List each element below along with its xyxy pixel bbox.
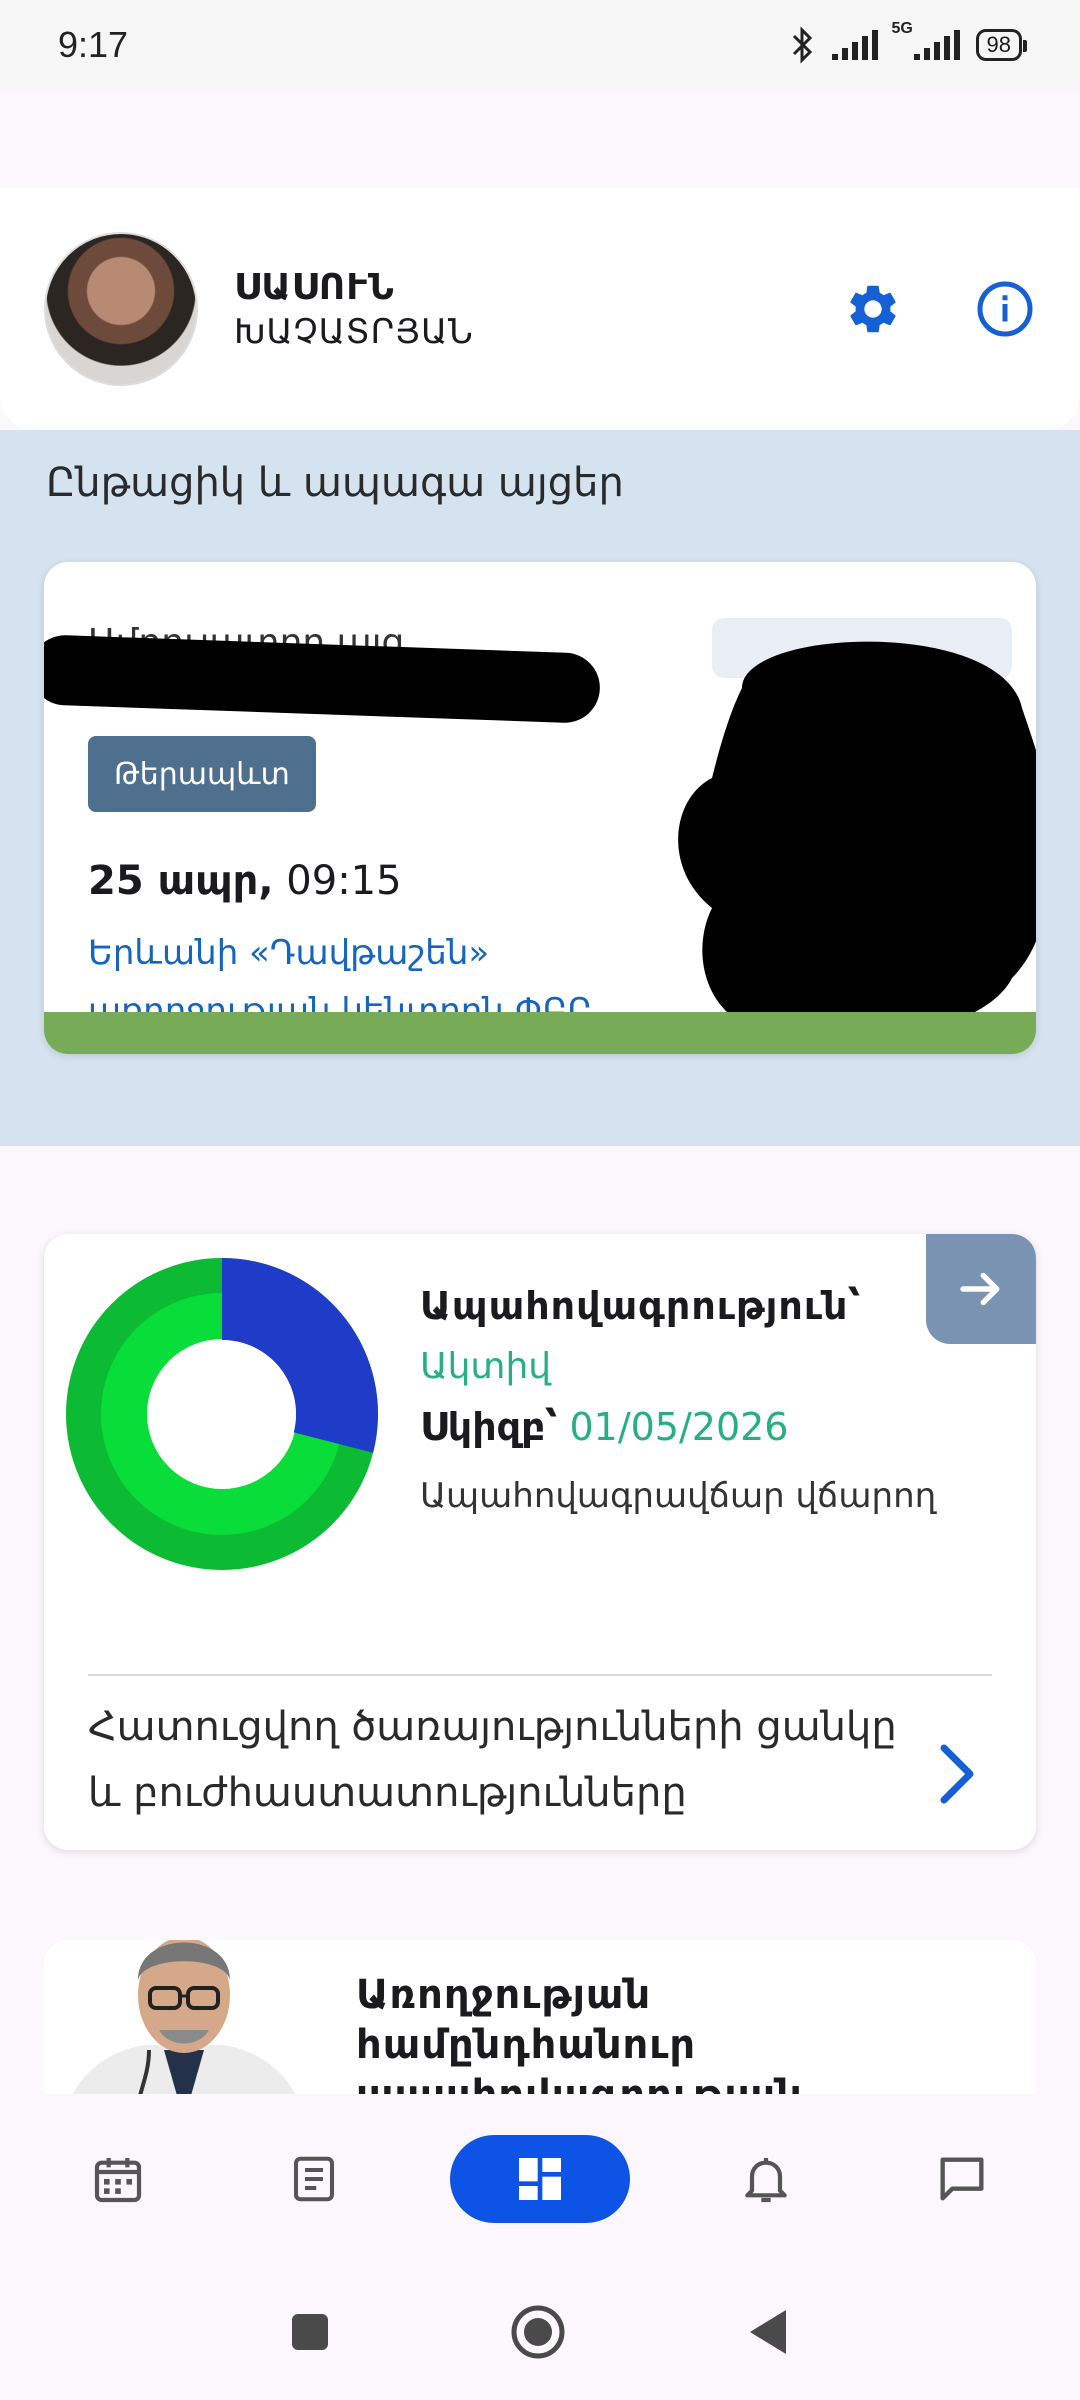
recents-button[interactable]: [290, 2312, 330, 2352]
chat-icon: [940, 2157, 984, 2201]
insurance-open-button[interactable]: [926, 1234, 1036, 1344]
profile-last-name: ԽԱՉԱՏՐՅԱՆ: [234, 311, 474, 352]
insurance-start: Սկիզբ՝ 01/05/2026: [420, 1405, 940, 1449]
profile-first-name: ՍԱՍՈՒՆ: [234, 266, 395, 308]
bluetooth-icon: [792, 26, 812, 64]
visits-section: Ընթացիկ և ապագա այցեր Ամբուլատոր այց Թեր…: [0, 430, 1080, 1146]
insurance-info: Ապահովագրություն՝ Ակտիվ Սկիզբ՝ 01/05/202…: [420, 1284, 940, 1529]
nav-documents[interactable]: [254, 2135, 374, 2223]
status-bar: 9:17 5G 98: [0, 0, 1080, 90]
donut-hole: [148, 1340, 296, 1488]
insurance-start-date: 01/05/2026: [569, 1405, 789, 1449]
insurance-services-link[interactable]: Հատուցվող ծառայությունների ցանկը և բուժհ…: [88, 1694, 908, 1826]
redaction-bar: [44, 634, 602, 724]
profile-header: ՍԱՍՈՒՆ ԽԱՉԱՏՐՅԱՆ: [0, 188, 1080, 430]
insurance-card[interactable]: Ապահովագրություն՝ Ակտիվ Սկիզբ՝ 01/05/202…: [44, 1234, 1036, 1850]
insurance-donut-chart: [66, 1258, 378, 1570]
system-nav: [0, 2264, 1080, 2400]
document-icon: [293, 2156, 335, 2202]
visit-status-bar: [44, 1012, 1036, 1054]
settings-button[interactable]: [842, 278, 904, 340]
status-time: 9:17: [58, 24, 129, 65]
header-actions: [842, 278, 1036, 340]
insurance-title: Ապահովագրություն՝: [420, 1284, 862, 1328]
info-icon: [977, 281, 1033, 337]
doctor-photo: [70, 1940, 298, 2100]
promo-title: Առողջության համընդհանուր ապահովագրության: [356, 1972, 803, 2100]
insurance-status: Ակտիվ: [420, 1346, 552, 1387]
bottom-nav: [0, 2094, 1080, 2264]
specialty-chip: Թերապևտ: [88, 736, 316, 812]
nav-chat[interactable]: [902, 2135, 1022, 2223]
nav-notifications[interactable]: [706, 2135, 826, 2223]
bell-icon: [745, 2158, 787, 2203]
nav-dashboard[interactable]: [450, 2135, 630, 2223]
section-title: Ընթացիկ և ապագա այցեր: [46, 460, 624, 506]
nav-calendar[interactable]: [58, 2135, 178, 2223]
visit-date: 25 ապր,: [88, 858, 274, 904]
battery-icon: 98: [975, 29, 1028, 61]
status-icons: 5G 98: [788, 20, 1028, 64]
chevron-right-icon[interactable]: [926, 1734, 986, 1814]
divider: [88, 1674, 992, 1676]
settings-icon: [850, 285, 896, 333]
dashboard-icon: [519, 2158, 561, 2200]
back-button[interactable]: [746, 2308, 790, 2356]
promo-card[interactable]: Առողջության համընդհանուր ապահովագրության: [44, 1940, 1036, 2100]
home-button[interactable]: [510, 2304, 566, 2360]
visit-datetime: 25 ապր, 09:15: [88, 858, 402, 904]
doctor-photo-redacted: [678, 618, 1036, 1042]
info-button[interactable]: [974, 278, 1036, 340]
visit-time: 09:15: [273, 858, 402, 904]
signal-icon: [831, 30, 878, 60]
insurance-payer: Ապահովագրավճար վճարող: [420, 1476, 937, 1516]
arrow-right-icon: [960, 1272, 1000, 1306]
insurance-start-label: Սկիզբ՝: [420, 1405, 558, 1449]
calendar-icon: [94, 2158, 142, 2203]
visit-card[interactable]: Ամբուլատոր այց Թերապևտ 25 ապր, 09:15 Երև…: [44, 562, 1036, 1054]
avatar[interactable]: [44, 232, 198, 386]
signal-5g-icon: 5G: [892, 20, 962, 64]
profile-names: ՍԱՍՈՒՆ ԽԱՉԱՏՐՅԱՆ: [234, 267, 474, 352]
